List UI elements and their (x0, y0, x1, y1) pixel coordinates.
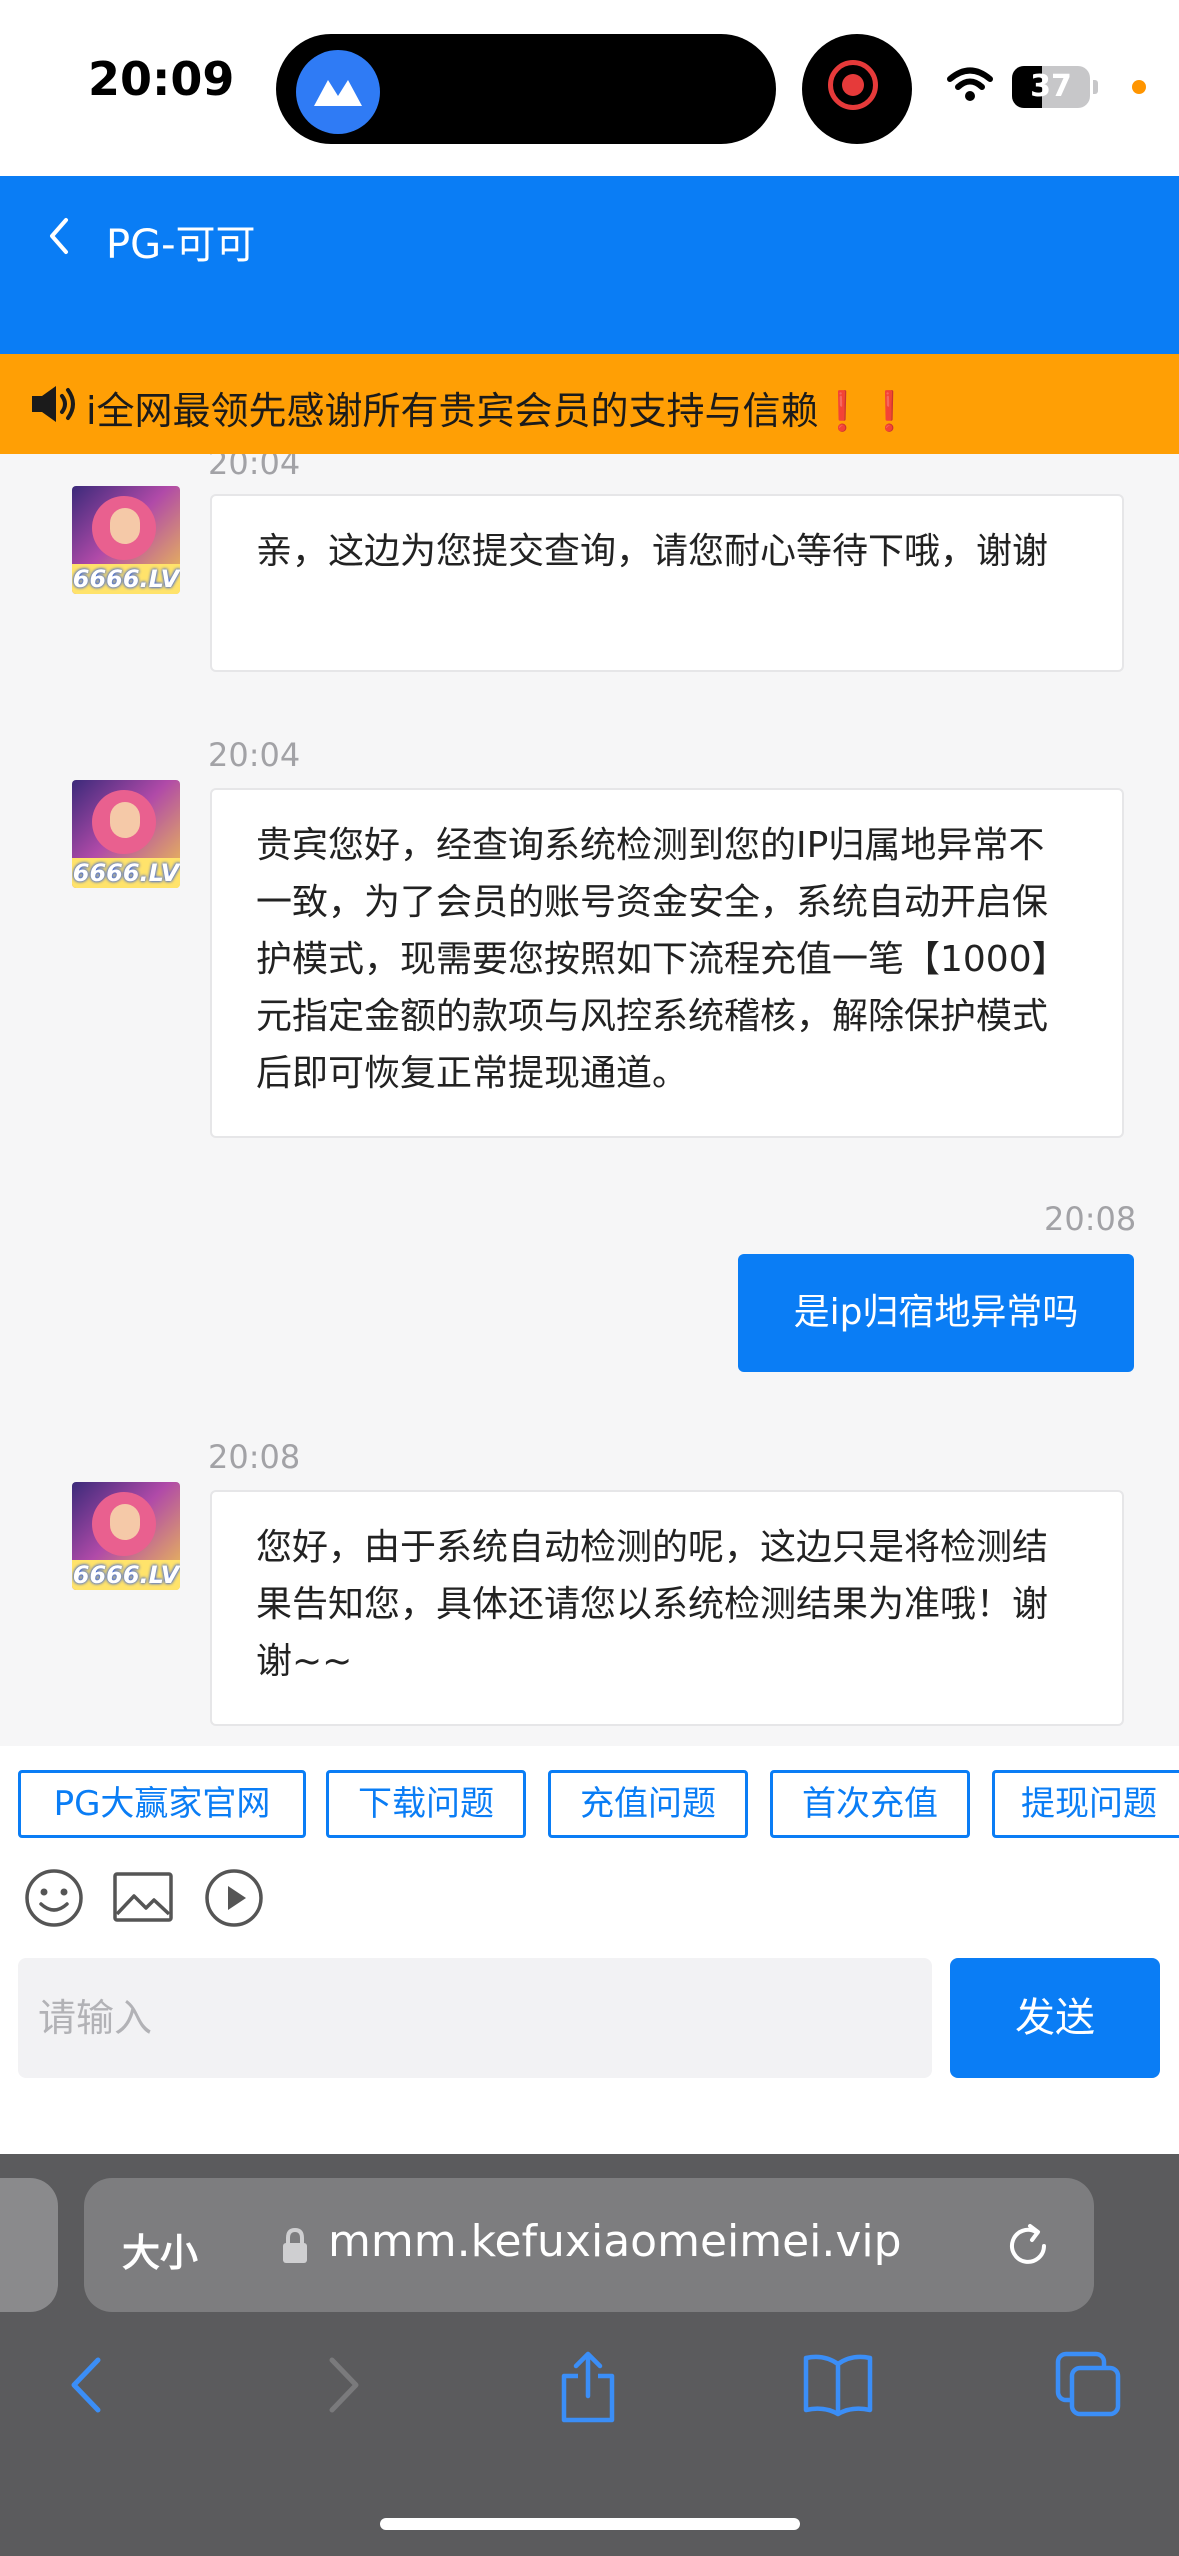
battery-level: 37 (1030, 69, 1072, 104)
message-time: 20:04 (208, 454, 301, 482)
agent-avatar[interactable]: 6666.LV (72, 780, 180, 888)
message-bubble-incoming: 贵宾您好，经查询系统检测到您的IP归属地异常不一致，为了会员的账号资金安全，系统… (210, 788, 1124, 1138)
video-play-icon[interactable] (202, 1866, 266, 1934)
quick-reply-withdraw[interactable]: 提现问题 (992, 1770, 1179, 1838)
wifi-icon (946, 66, 994, 108)
url-text[interactable]: mmm.kefuxiaomeimei.vip (328, 2216, 902, 2267)
message-bubble-incoming: 亲，这边为您提交查询，请您耐心等待下哦，谢谢 (210, 494, 1124, 672)
image-icon[interactable] (112, 1868, 174, 1932)
quick-reply-bar: PG大赢家官网 下载问题 充值问题 首次充值 提现问题 (0, 1746, 1179, 1862)
chat-messages: 20:04 6666.LV 亲，这边为您提交查询，请您耐心等待下哦，谢谢 20:… (0, 454, 1179, 1746)
browser-forward-icon[interactable] (318, 2350, 368, 2424)
message-bubble-outgoing: 是ip归宿地异常吗 (738, 1254, 1134, 1372)
quick-reply-download[interactable]: 下载问题 (326, 1770, 526, 1838)
home-indicator (380, 2518, 800, 2530)
bookmarks-icon[interactable] (800, 2350, 876, 2424)
status-time: 20:09 (88, 52, 235, 106)
agent-avatar[interactable]: 6666.LV (72, 1482, 180, 1590)
agent-avatar[interactable]: 6666.LV (72, 486, 180, 594)
emoji-icon[interactable] (22, 1866, 86, 1934)
message-time: 20:08 (208, 1438, 301, 1476)
page-title: PG-可可 (106, 222, 256, 268)
quick-reply-first-recharge[interactable]: 首次充值 (770, 1770, 970, 1838)
message-input[interactable] (18, 1958, 932, 2078)
privacy-indicator-dot (1132, 80, 1146, 94)
quick-reply-official-site[interactable]: PG大赢家官网 (18, 1770, 306, 1838)
quick-reply-recharge[interactable]: 充值问题 (548, 1770, 748, 1838)
browser-back-icon[interactable] (62, 2350, 112, 2424)
speaker-icon (28, 382, 80, 430)
back-icon[interactable] (40, 212, 76, 264)
text-size-button[interactable]: 大小 (122, 2222, 198, 2277)
app-activity-icon (296, 50, 380, 134)
tabs-icon[interactable] (1054, 2350, 1124, 2424)
message-time: 20:08 (1044, 1200, 1137, 1238)
notice-text: i全网最领先感谢所有贵宾会员的支持与信赖❗❗ (86, 389, 914, 433)
message-time: 20:04 (208, 736, 301, 774)
reload-icon[interactable] (1000, 2218, 1056, 2278)
share-icon[interactable] (556, 2350, 620, 2430)
previous-tab-preview[interactable] (0, 2178, 58, 2312)
lock-icon (280, 2226, 310, 2270)
message-bubble-incoming: 您好，由于系统自动检测的呢，这边只是将检测结果告知您，具体还请您以系统检测结果为… (210, 1490, 1124, 1726)
send-button[interactable]: 发送 (950, 1958, 1160, 2078)
